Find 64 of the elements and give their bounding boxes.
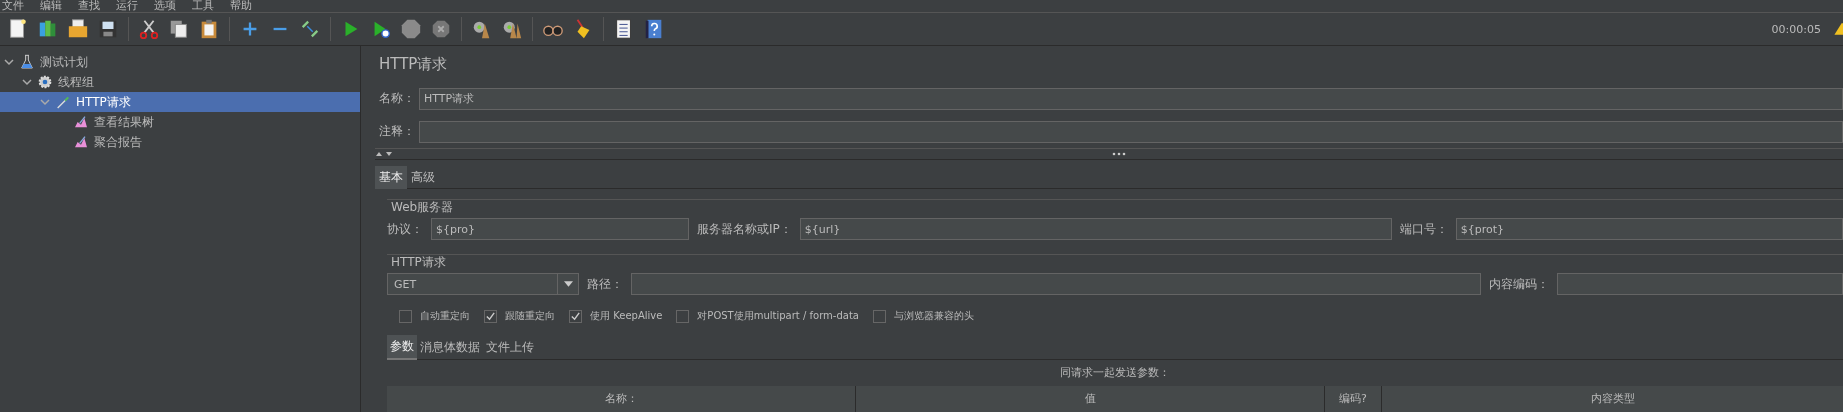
panel-title: HTTP请求 bbox=[378, 54, 449, 75]
field-label: 名称： bbox=[379, 90, 415, 108]
checkbox[interactable] bbox=[569, 309, 582, 323]
folder-icon[interactable] bbox=[67, 18, 89, 40]
elapsed-time: 00:00:05 bbox=[1771, 22, 1821, 36]
checkbox[interactable] bbox=[872, 309, 886, 323]
port-field[interactable]: ${prot} bbox=[1455, 218, 1843, 240]
checkbox[interactable] bbox=[484, 309, 497, 323]
group-legend: HTTP请求 bbox=[387, 254, 1843, 269]
column-header[interactable]: 值 bbox=[856, 386, 1325, 412]
encoding-field[interactable] bbox=[1557, 273, 1843, 295]
menu-item[interactable]: 文件 bbox=[2, 0, 24, 12]
document-icon[interactable] bbox=[7, 18, 29, 40]
method-dropdown[interactable]: GET bbox=[387, 273, 579, 295]
server-field[interactable]: ${url} bbox=[799, 218, 1392, 240]
menu-item[interactable]: 选项 bbox=[154, 0, 176, 12]
name-field[interactable]: HTTP请求 bbox=[419, 87, 1843, 110]
path-field[interactable] bbox=[631, 273, 1481, 295]
checkbox-label[interactable]: 对POST使用multipart / form-data bbox=[697, 309, 859, 323]
protocol-field[interactable]: ${pro} bbox=[431, 218, 689, 240]
drag-handle-icon[interactable] bbox=[1112, 152, 1126, 157]
column-header[interactable]: 编码? bbox=[1325, 386, 1382, 412]
field-label: 服务器名称或IP： bbox=[697, 220, 792, 238]
menu-item[interactable]: 运行 bbox=[116, 0, 138, 12]
field-label: 注释： bbox=[379, 123, 415, 141]
split-arrows-icon[interactable] bbox=[375, 150, 395, 159]
gear-icon bbox=[37, 74, 53, 90]
checkbox[interactable] bbox=[676, 309, 690, 323]
field-label: 内容编码： bbox=[1489, 275, 1549, 293]
chart-icon bbox=[73, 134, 89, 150]
table-caption: 同请求一起发送参数： bbox=[1060, 366, 1170, 379]
tab[interactable]: 参数 bbox=[387, 334, 417, 360]
menu-item[interactable]: 帮助 bbox=[230, 0, 252, 12]
menu-item[interactable]: 查找 bbox=[78, 0, 100, 12]
scissors-icon[interactable] bbox=[138, 18, 160, 40]
field-label: 路径： bbox=[587, 275, 623, 293]
tree-item[interactable]: 查看结果树 bbox=[0, 112, 360, 132]
stop-icon[interactable] bbox=[400, 18, 422, 40]
group-legend: Web服务器 bbox=[387, 199, 1843, 214]
field-label: 端口号： bbox=[1399, 220, 1448, 238]
checkbox-label[interactable]: 与浏览器兼容的头 bbox=[893, 309, 974, 323]
tree-item[interactable]: HTTP请求 bbox=[0, 92, 360, 112]
tab[interactable]: 高级 bbox=[407, 165, 439, 189]
flask-icon bbox=[19, 54, 35, 70]
tab[interactable]: 消息体数据 bbox=[417, 335, 483, 359]
tree-item[interactable]: 测试计划 bbox=[0, 52, 360, 72]
octagon-x-icon[interactable] bbox=[430, 18, 452, 40]
checkbox[interactable] bbox=[399, 309, 412, 323]
comment-field[interactable] bbox=[419, 120, 1843, 143]
chart-icon bbox=[73, 114, 89, 130]
tree-item[interactable]: 线程组 bbox=[0, 72, 360, 92]
field-label: 协议： bbox=[387, 220, 423, 238]
checkbox-label[interactable]: 跟随重定向 bbox=[505, 309, 555, 323]
checkbox-label[interactable]: 自动重定向 bbox=[420, 309, 470, 323]
tab[interactable]: 文件上传 bbox=[483, 335, 537, 359]
tab[interactable]: 基本 bbox=[375, 165, 407, 189]
copy-icon[interactable] bbox=[168, 18, 190, 40]
column-header[interactable]: 名称： bbox=[387, 386, 856, 412]
menu-item[interactable]: 编辑 bbox=[40, 0, 62, 12]
column-header[interactable]: 内容类型 bbox=[1382, 386, 1843, 412]
menu-item[interactable]: 工具 bbox=[192, 0, 214, 12]
tree-item[interactable]: 聚合报告 bbox=[0, 132, 360, 152]
checkbox-label[interactable]: 使用 KeepAlive bbox=[590, 309, 663, 323]
caret-icon bbox=[563, 281, 573, 287]
